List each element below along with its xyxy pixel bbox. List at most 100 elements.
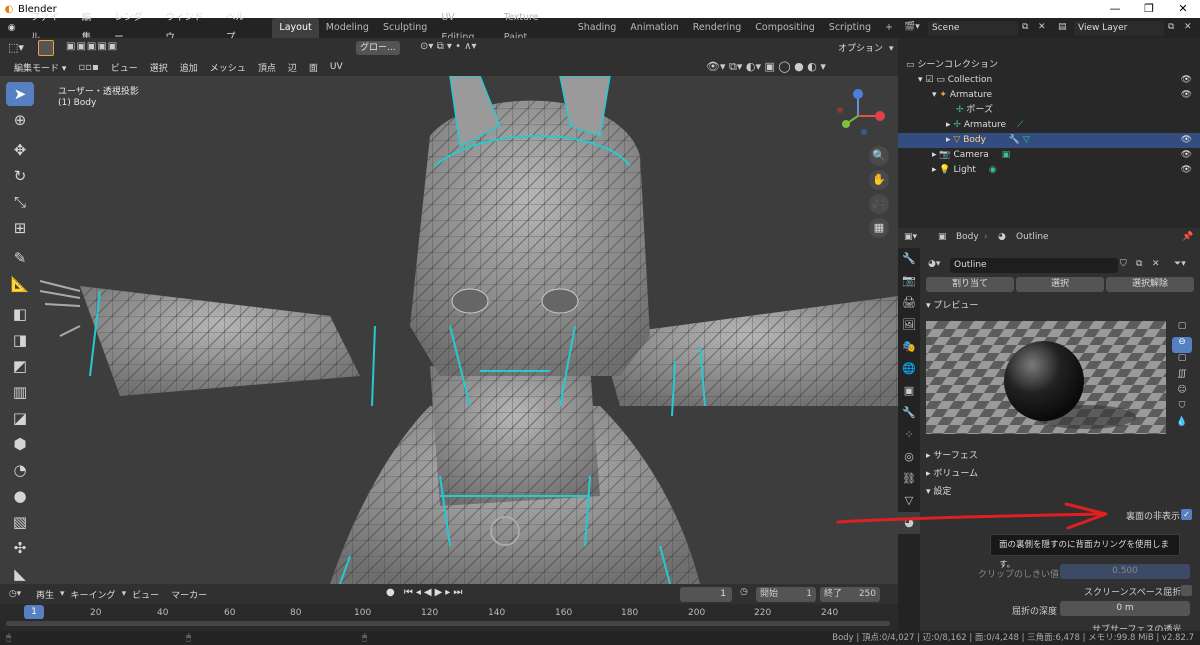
rip-tool-icon[interactable]: ◣ <box>6 562 34 586</box>
preview-fluid-icon[interactable]: 💧 <box>1172 417 1192 433</box>
end-frame-field[interactable]: 終了 250 <box>820 587 880 602</box>
cursor-tool-icon[interactable]: ⊕ <box>6 108 34 132</box>
timeline-scrollbar[interactable] <box>6 621 890 626</box>
pivot-snap-icons[interactable]: ⊙▾ ⧉ ▾ • ∧▾ <box>420 41 477 52</box>
refraction-depth-field[interactable]: 0 m <box>1060 601 1190 616</box>
menu-add[interactable]: 追加 <box>174 61 204 74</box>
maximize-button[interactable]: ❐ <box>1132 0 1166 18</box>
preview-monkey-icon[interactable]: ☺ <box>1172 385 1192 401</box>
visibility-eye-icon[interactable]: 👁 <box>1181 88 1192 103</box>
preview-panel-header[interactable]: ▾ プレビュー <box>926 298 978 315</box>
select-tool-icon[interactable]: ➤ <box>6 82 34 106</box>
outliner-row[interactable]: ▾ ☑ ▭ Collection 👁 <box>898 73 1200 88</box>
view-layer-new-icon[interactable]: ⧉ <box>1168 22 1174 32</box>
scene-new-icon[interactable]: ⧉ <box>1022 22 1028 32</box>
preview-sphere-icon[interactable]: ⊖ <box>1172 337 1192 353</box>
scene-tab-icon[interactable]: 🎭 <box>898 336 920 358</box>
select-mode-buttons[interactable]: ▫▫▪ <box>72 62 104 73</box>
volume-panel-header[interactable]: ▸ ボリューム <box>926 466 978 483</box>
playhead[interactable]: 1 <box>24 605 44 619</box>
current-frame-field[interactable]: 1 <box>680 587 732 602</box>
tab-layout[interactable]: Layout <box>272 18 319 38</box>
material-name-field[interactable]: Outline <box>950 258 1118 273</box>
unlink-material-icon[interactable]: ✕ <box>1152 259 1160 269</box>
annotate-tool-icon[interactable]: ✎ <box>6 246 34 270</box>
ssr-checkbox[interactable] <box>1181 585 1192 596</box>
particles-tab-icon[interactable]: ⁘ <box>898 424 920 446</box>
bevel-tool-icon[interactable]: ◩ <box>6 354 34 378</box>
tab-shading[interactable]: Shading <box>571 18 624 38</box>
deselect-button[interactable]: 選択解除 <box>1106 277 1194 292</box>
tab-modeling[interactable]: Modeling <box>319 18 376 38</box>
visibility-eye-icon[interactable]: 👁 <box>1181 73 1192 88</box>
output-tab-icon[interactable]: 🖨 <box>898 292 920 314</box>
modifier-tab-icon[interactable]: 🔧 <box>898 402 920 424</box>
menu-edge[interactable]: 辺 <box>282 61 303 74</box>
outliner-row[interactable]: ▸ 📷 Camera ▣ 👁 <box>898 148 1200 163</box>
object-tab-icon[interactable]: ▣ <box>898 380 920 402</box>
outliner-row[interactable]: ▸ ✢ Armature ⟋ <box>898 118 1200 133</box>
rotate-tool-icon[interactable]: ↻ <box>6 164 34 188</box>
editor-type-icon[interactable]: ⬚▾ <box>8 41 24 54</box>
pan-hand-icon[interactable]: ✋ <box>869 170 889 190</box>
menu-select[interactable]: 選択 <box>144 61 174 74</box>
close-button[interactable]: ✕ <box>1166 0 1200 18</box>
view-layer-delete-icon[interactable]: ✕ <box>1184 22 1192 32</box>
settings-panel-header[interactable]: ▾ 設定 <box>926 484 951 501</box>
material-browse-icon[interactable]: ◕▾ <box>928 259 940 269</box>
assign-button[interactable]: 割り当て <box>926 277 1014 292</box>
measure-tool-icon[interactable]: 📐 <box>6 272 34 296</box>
transform-orientation[interactable]: グロー... <box>356 41 400 55</box>
preview-flat-icon[interactable]: ▢ <box>1172 321 1192 337</box>
minimize-button[interactable]: — <box>1098 0 1132 18</box>
fake-user-icon[interactable]: ⛉ <box>1120 259 1127 269</box>
menu-keying[interactable]: キーイング <box>65 588 122 601</box>
clip-threshold-field[interactable]: 0.500 <box>1060 564 1190 579</box>
preview-cloth-icon[interactable]: ⛉ <box>1172 401 1192 417</box>
view-layer-selector[interactable]: View Layer <box>1074 21 1164 36</box>
select-button[interactable]: 選択 <box>1016 277 1104 292</box>
preview-cube-icon[interactable]: ▢ <box>1172 353 1192 369</box>
constraints-tab-icon[interactable]: ⛓ <box>898 468 920 490</box>
visibility-eye-icon[interactable]: 👁 <box>1181 163 1192 178</box>
blender-menu-icon[interactable]: ◉ <box>0 23 23 33</box>
render-tab-icon[interactable]: 📷 <box>898 270 920 292</box>
tab-scripting[interactable]: Scripting <box>822 18 878 38</box>
playback-controls[interactable]: ● ⏮◂◀▶▸⏭ <box>386 587 465 598</box>
menu-marker[interactable]: マーカー <box>165 588 213 601</box>
navigation-gizmo[interactable] <box>830 86 890 146</box>
menu-face[interactable]: 面 <box>303 61 324 74</box>
visibility-eye-icon[interactable]: 👁 <box>1181 133 1192 148</box>
loop-cut-tool-icon[interactable]: ▥ <box>6 380 34 404</box>
shrink-fatten-tool-icon[interactable]: ✣ <box>6 536 34 560</box>
world-tab-icon[interactable]: 🌐 <box>898 358 920 380</box>
menu-timeline-view[interactable]: ビュー <box>126 588 165 601</box>
start-frame-field[interactable]: 開始 1 <box>756 587 816 602</box>
outliner-row[interactable]: ✢ ポーズ <box>898 103 1200 118</box>
add-workspace-button[interactable]: + <box>878 18 900 38</box>
outliner-row[interactable]: ▭ シーンコレクション <box>898 58 1200 73</box>
tool-tab-icon[interactable]: 🔧 <box>898 248 920 270</box>
smooth-tool-icon[interactable]: ● <box>6 484 34 508</box>
knife-tool-icon[interactable]: ◪ <box>6 406 34 430</box>
properties-editor-icon[interactable]: ▣▾ <box>904 232 917 242</box>
outliner-row[interactable]: ▸ 💡 Light ◉ 👁 <box>898 163 1200 178</box>
viewport-shading-icons[interactable]: 👁▾ ⧉▾ ◐▾ ▣ ◯ ● ◐ ▾ <box>706 60 826 74</box>
pin-icon[interactable]: 📌 <box>1182 232 1193 242</box>
menu-playback[interactable]: 再生 <box>30 588 60 601</box>
poly-build-tool-icon[interactable]: ⬢ <box>6 432 34 456</box>
camera-view-icon[interactable]: 🎥 <box>869 194 889 214</box>
scene-selector[interactable]: Scene <box>928 21 1018 36</box>
tab-rendering[interactable]: Rendering <box>686 18 749 38</box>
perspective-toggle-icon[interactable]: ▦ <box>869 218 889 238</box>
spin-tool-icon[interactable]: ◔ <box>6 458 34 482</box>
select-mode-icons[interactable]: ▣▣▣▣▣ <box>66 41 118 52</box>
mode-dropdown[interactable]: 編集モード ▾ <box>8 61 72 74</box>
outliner-row-selected[interactable]: ▸ ▽ Body 🔧 ▽ 👁 <box>898 133 1200 148</box>
menu-uv[interactable]: UV <box>324 62 349 72</box>
3d-viewport[interactable]: ユーザー・透視投影 (1) Body 🔍 ✋ 🎥 ▦ <box>0 76 898 584</box>
tab-animation[interactable]: Animation <box>623 18 685 38</box>
options-dropdown[interactable]: オプション ▾ <box>832 41 894 54</box>
tab-sculpting[interactable]: Sculpting <box>376 18 434 38</box>
visibility-eye-icon[interactable]: 👁 <box>1181 148 1192 163</box>
